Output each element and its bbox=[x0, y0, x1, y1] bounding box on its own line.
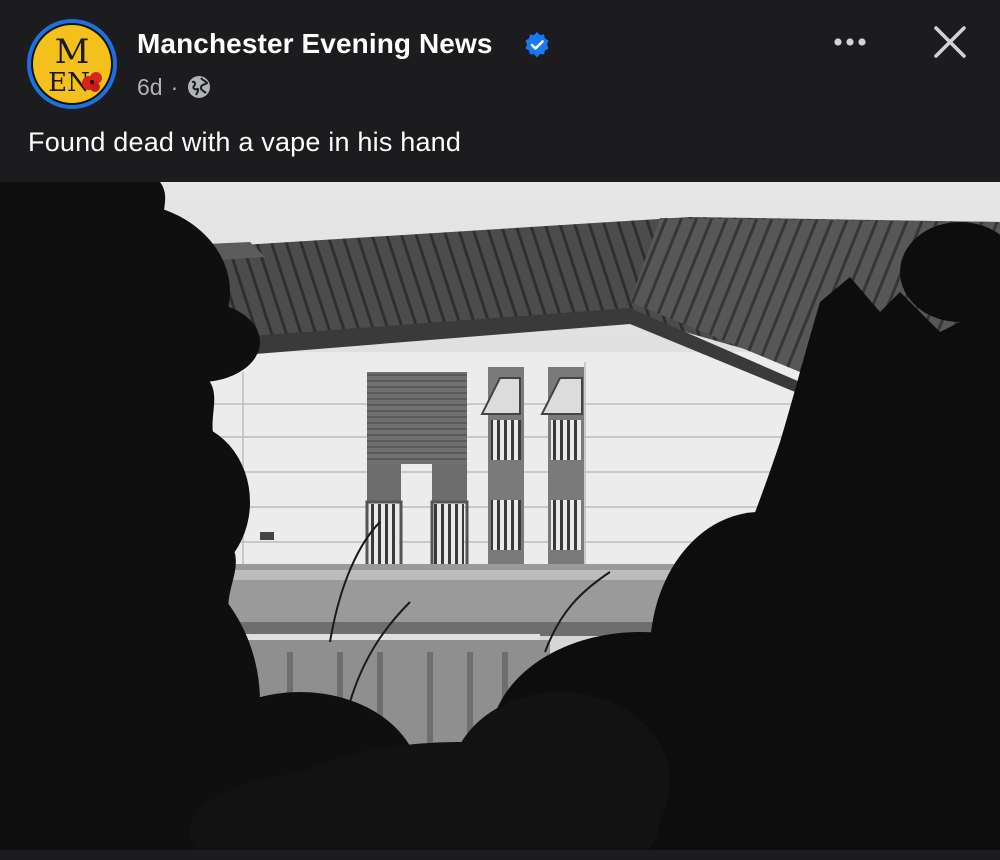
close-button[interactable] bbox=[926, 18, 974, 66]
logo-letter-m: M bbox=[55, 32, 90, 72]
close-icon bbox=[934, 26, 966, 58]
page-name[interactable]: Manchester Evening News bbox=[137, 28, 493, 60]
globe-icon bbox=[188, 76, 211, 98]
post-meta: 6d · bbox=[137, 72, 212, 102]
page-avatar[interactable]: M EN bbox=[27, 19, 117, 109]
verified-badge-icon bbox=[525, 32, 549, 58]
more-dots-icon bbox=[834, 38, 866, 46]
post-caption: Found dead with a vape in his hand bbox=[28, 127, 462, 157]
bottom-bar bbox=[0, 850, 1000, 860]
men-logo: M EN bbox=[31, 23, 113, 105]
post-header: M EN Manchester Evening News 6d · Found … bbox=[0, 0, 1000, 182]
post-timestamp[interactable]: 6d bbox=[137, 74, 163, 101]
more-options-button[interactable] bbox=[826, 24, 874, 60]
prison-building-photo bbox=[0, 182, 1000, 850]
meta-separator: · bbox=[170, 73, 179, 100]
post-photo[interactable] bbox=[0, 182, 1000, 850]
